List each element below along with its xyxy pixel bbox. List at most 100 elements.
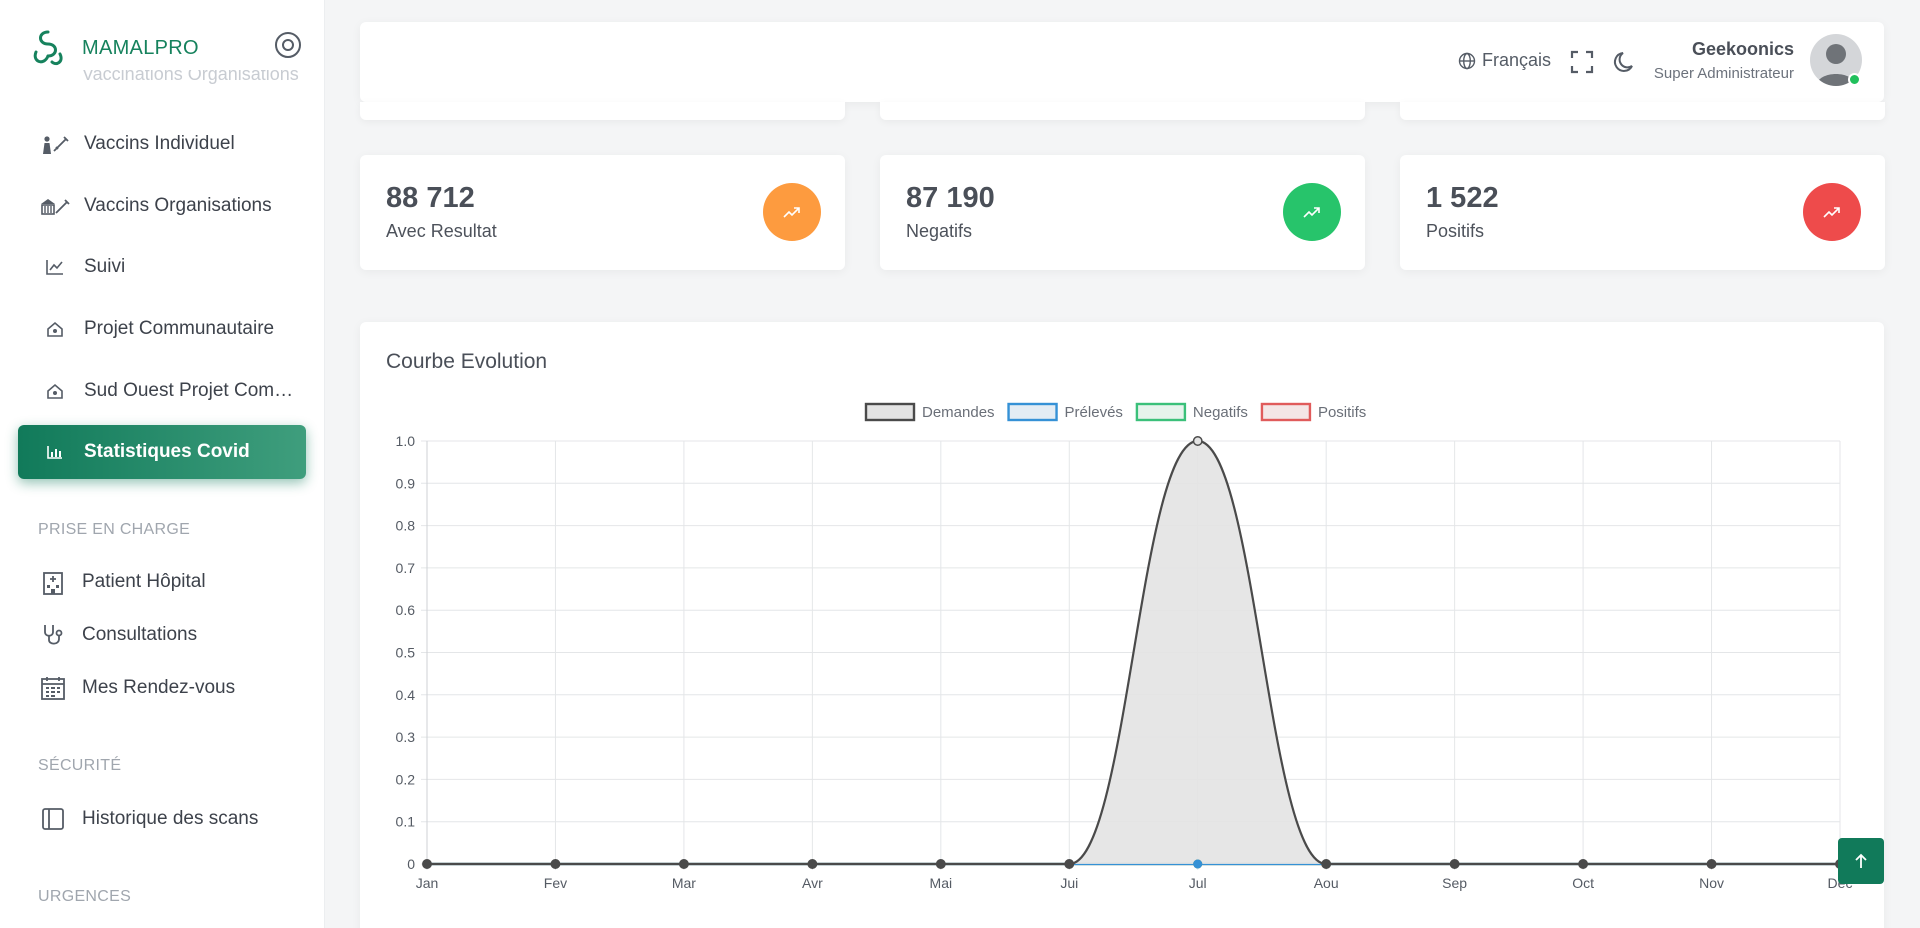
sidebar-item-label: Sud Ouest Projet Communautaire [84, 380, 294, 401]
stat-card-negatifs: 87 190 Negatifs [880, 155, 1365, 270]
brand-name: MAMALPRO [82, 36, 199, 59]
evolution-chart: 0 0.1 0.2 0.3 0.4 0.5 0.6 0.7 0.8 0.9 1.0 Jan Fev Mar… [396, 402, 1852, 891]
chart-card: Courbe Evolution 0 0.1 0.2 0.3 0.4 0.5 0.6 0.7 0… [360, 322, 1884, 928]
sidebar-item-suivi[interactable]: Suivi [18, 240, 306, 294]
x-tick-label: Jui [1060, 875, 1078, 891]
data-point [678, 859, 689, 869]
sidebar-panel-icon [36, 808, 70, 830]
person-syringe-icon [38, 133, 72, 155]
sidebar-item-statistiques-covid[interactable]: Statistiques Covid [18, 425, 306, 479]
scrolled-card [360, 102, 845, 120]
building-syringe-icon [38, 195, 72, 217]
x-tick-label: Fev [544, 875, 567, 891]
y-tick-label: 0 [407, 856, 415, 872]
legend-swatch [1007, 402, 1058, 422]
sidebar-item-label: Patient Hôpital [82, 571, 206, 592]
section-title-urgences: URGENCES [38, 888, 132, 905]
top-header: Français Geekoonics Super Administrateur [360, 22, 1884, 102]
scroll-to-top-button[interactable] [1838, 838, 1884, 884]
x-tick-label: Sep [1442, 875, 1467, 891]
stat-label: Negatifs [906, 221, 973, 241]
x-tick-label: Jan [416, 875, 439, 891]
stat-label: Avec Resultat [386, 221, 497, 241]
legend-swatch [864, 402, 916, 422]
stat-value: 87 190 [906, 182, 995, 214]
y-tick-label: 0.9 [396, 475, 416, 491]
sidebar-item-label: Consultations [82, 624, 198, 645]
legend-label: Positifs [1318, 404, 1366, 421]
scrolled-card [880, 102, 1365, 120]
y-tick-label: 0.4 [396, 687, 416, 703]
sidebar-item-label: Statistiques Covid [84, 441, 250, 462]
stat-value: 1 522 [1426, 182, 1499, 214]
legend-label: Prélevés [1065, 404, 1123, 421]
data-point [550, 859, 561, 869]
y-tick-label: 0.2 [396, 771, 416, 787]
legend-label: Negatifs [1193, 404, 1248, 421]
trending-up-icon [1283, 183, 1341, 241]
stethoscope-icon [36, 623, 70, 647]
calendar-icon [36, 676, 70, 700]
sidebar-item-label: Mes Rendez-vous [82, 677, 236, 698]
community-home-icon [38, 383, 72, 399]
brand[interactable]: MAMALPRO [28, 28, 199, 68]
x-tick-label: Jul [1189, 875, 1207, 891]
y-tick-label: 0.1 [396, 814, 416, 830]
sidebar-toggle-icon[interactable] [275, 32, 301, 58]
user-name: Geekoonics [1691, 39, 1794, 59]
sidebar-item-mes-rendez-vous[interactable]: Mes Rendez-vous [18, 661, 306, 715]
sidebar-item-sud-ouest-projet[interactable]: Sud Ouest Projet Communautaire [18, 364, 306, 418]
data-point [1321, 859, 1332, 869]
y-tick-label: 1.0 [396, 433, 416, 449]
legend-swatch [1135, 402, 1187, 422]
line-chart-icon [38, 259, 72, 275]
data-point [1193, 860, 1202, 868]
online-status-dot [1848, 73, 1861, 86]
x-tick-label: Mar [672, 875, 696, 891]
sidebar-item-projet-communautaire[interactable]: Projet Communautaire [18, 302, 306, 356]
fullscreen-icon[interactable] [1570, 50, 1594, 74]
x-tick-label: Mai [930, 875, 953, 891]
sidebar-item-vaccins-organisations[interactable]: Vaccins Organisations [18, 179, 306, 233]
sidebar-item-scrolled[interactable]: Vaccinations Organisations [82, 70, 299, 86]
stat-card-positifs: 1 522 Positifs [1400, 155, 1885, 270]
data-point [1064, 859, 1075, 869]
scrolled-card [1400, 102, 1885, 120]
sidebar-item-label: Vaccins Individuel [84, 133, 235, 154]
language-label: Français [1482, 50, 1552, 70]
sidebar: MAMALPRO Vaccinations Organisations Vacc… [0, 0, 325, 928]
trending-up-icon [763, 183, 821, 241]
legend-swatch [1260, 402, 1312, 422]
data-point [1706, 859, 1717, 869]
section-title-prise-en-charge: PRISE EN CHARGE [38, 521, 191, 538]
x-tick-label: Avr [802, 875, 823, 891]
globe-icon [1458, 52, 1476, 69]
sidebar-item-label: Suivi [84, 256, 126, 277]
language-selector[interactable]: Français [1458, 50, 1551, 71]
data-point [422, 859, 432, 869]
arrow-up-icon [1855, 853, 1867, 868]
sidebar-item-label: Historique des scans [82, 808, 259, 829]
data-point [807, 859, 818, 869]
legend-label: Demandes [922, 404, 995, 421]
x-tick-label: Oct [1572, 875, 1594, 891]
sidebar-item-label: Vaccins Organisations [84, 195, 272, 216]
y-tick-label: 0.3 [396, 729, 416, 745]
data-point [1192, 436, 1203, 446]
user-info[interactable]: Geekoonics Super Administrateur [1654, 39, 1794, 82]
x-tick-label: Aou [1314, 875, 1339, 891]
community-home-icon [38, 321, 72, 337]
hospital-icon [36, 569, 70, 595]
sidebar-item-patient-hopital[interactable]: Patient Hôpital [18, 555, 306, 609]
x-tick-label: Nov [1699, 875, 1724, 891]
y-tick-label: 0.8 [396, 518, 416, 534]
sidebar-item-consultations[interactable]: Consultations [18, 608, 306, 662]
sidebar-item-historique-scans[interactable]: Historique des scans [18, 792, 306, 846]
dark-mode-moon-icon[interactable] [1612, 49, 1638, 75]
sidebar-item-vaccins-individuel[interactable]: Vaccins Individuel [18, 117, 306, 171]
y-tick-label: 0.7 [396, 560, 416, 576]
stat-label: Positifs [1426, 221, 1485, 241]
bar-chart-icon [38, 445, 72, 459]
mamalpro-logo-icon [33, 30, 63, 66]
y-tick-label: 0.6 [396, 602, 416, 618]
